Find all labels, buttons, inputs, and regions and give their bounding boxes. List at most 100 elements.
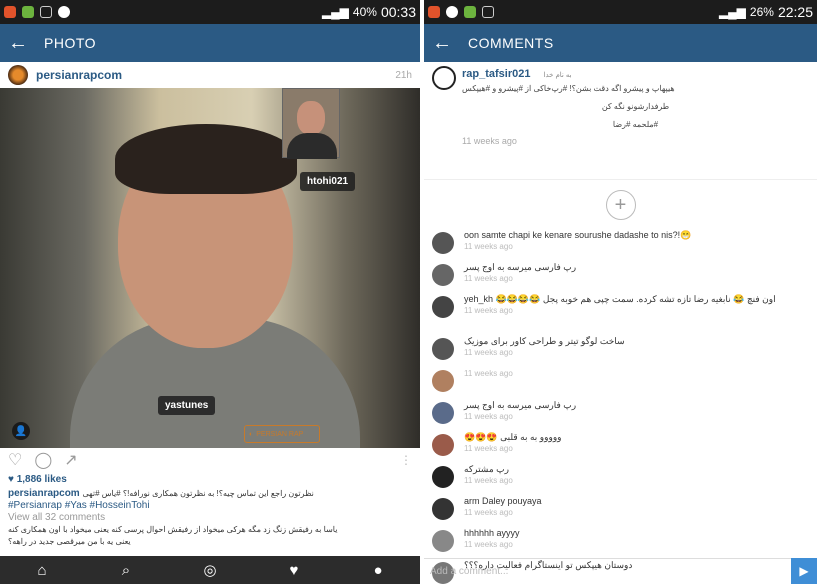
comment-text: arm Daley pouyaya <box>464 496 542 506</box>
comment-text: رپ مشترکه <box>464 464 509 474</box>
comment-time: 11 weeks ago <box>464 306 513 315</box>
avatar[interactable] <box>432 402 454 424</box>
comment-item: رپ فارسی میرسه به اوج پسر 11 weeks ago <box>432 262 809 294</box>
post-photo[interactable]: htohi021 yastunes 👤 ◐ PERSIAN RAP <box>0 88 420 448</box>
user-tag-yastunes[interactable]: yastunes <box>158 396 216 415</box>
preview-comment-text: یعنی یه با من میرقصی جدید در راهه؟ <box>8 537 131 546</box>
avatar[interactable] <box>432 370 454 392</box>
avatar[interactable] <box>432 530 454 552</box>
page-title: PHOTO <box>44 35 97 51</box>
comment-time: 11 weeks ago <box>464 274 513 283</box>
post-actions: ♡ ◯ ↗ ⋮ <box>0 448 420 472</box>
avatar[interactable] <box>432 498 454 520</box>
app-notification-icon <box>428 6 440 18</box>
photo-person-hair <box>115 124 297 194</box>
likes-count-text: 1,886 likes <box>16 474 67 485</box>
post-caption-line: #ملحمه #رضا <box>612 120 659 129</box>
gallery-notification-icon <box>482 6 494 18</box>
post-username[interactable]: rap_tafsir021 به نام خدا <box>462 68 809 80</box>
app-bar: ← PHOTO <box>0 24 420 62</box>
battery-level: 40% <box>352 5 377 19</box>
video-call-inset <box>282 88 340 159</box>
camera-icon[interactable]: ◎ <box>190 561 230 579</box>
like-heart-icon[interactable]: ♡ <box>8 450 22 470</box>
status-bar: ▂▄▆ 26% 22:25 <box>424 0 817 24</box>
caption-username[interactable]: persianrapcom <box>8 488 80 499</box>
post-time: 11 weeks ago <box>462 136 517 146</box>
share-arrow-icon[interactable]: ↗ <box>64 450 77 470</box>
avatar[interactable] <box>8 65 28 85</box>
inset-face <box>297 101 325 135</box>
comment-bubble-icon[interactable]: ◯ <box>34 450 52 470</box>
comment-time: 11 weeks ago <box>464 508 513 517</box>
avatar[interactable] <box>432 264 454 286</box>
comment-item: ساخت لوگو تیتر و طراحی کاور برای موزیک 11… <box>432 336 809 368</box>
status-bar: ▂▄▆ 40% 00:33 <box>0 0 420 24</box>
gallery-notification-icon <box>40 6 52 18</box>
comment-item: رپ مشترکه 11 weeks ago <box>432 464 809 496</box>
original-post: rap_tafsir021 به نام خدا هیپهاپ و پیشرو … <box>424 62 817 180</box>
persian-rap-logo: ◐ PERSIAN RAP <box>244 425 320 443</box>
home-icon[interactable]: ⌂ <box>22 562 62 579</box>
back-arrow-icon[interactable]: ← <box>432 32 452 55</box>
caption-text: نظرتون راجع این تماس چیه؟! به نظرتون همک… <box>82 489 314 498</box>
user-tag-htohi[interactable]: htohi021 <box>300 172 356 191</box>
post-username[interactable]: persianrapcom <box>36 68 395 82</box>
avatar[interactable] <box>432 338 454 360</box>
load-more-comments-button[interactable]: + <box>605 190 636 220</box>
comment-time: 11 weeks ago <box>464 540 513 549</box>
comment-item: 😍😍😍 ووووو به به قلبی 11 weeks ago <box>432 432 809 464</box>
comment-item: yeh_kh 😂😂😂😂 اون فنچ 😂 نابغیه رضا تازه تش… <box>432 294 809 336</box>
comment-time: 11 weeks ago <box>464 369 513 378</box>
logo-text: PERSIAN RAP <box>256 430 304 438</box>
profile-icon[interactable]: ● <box>358 562 398 579</box>
add-comment-input[interactable]: Add a comment... <box>424 558 817 584</box>
activity-icon[interactable]: ♥ <box>274 562 314 579</box>
view-all-comments-link[interactable]: View all 32 comments <box>8 512 412 524</box>
comment-time: 11 weeks ago <box>464 348 513 357</box>
preview-comment: یعنی یه با من میرقصی جدید در راهه؟ <box>8 536 412 548</box>
post-time: 21h <box>395 69 412 81</box>
post-username-text: rap_tafsir021 <box>462 68 531 80</box>
comment-item: arm Daley pouyaya 11 weeks ago <box>432 496 809 528</box>
clock: 22:25 <box>777 4 813 20</box>
app-notification-icon <box>22 6 34 18</box>
back-arrow-icon[interactable]: ← <box>8 32 28 55</box>
post-caption-block: ♥ 1,886 likes persianrapcom نظرتون راجع … <box>8 474 412 548</box>
comment-text: ساخت لوگو تیتر و طراحی کاور برای موزیک <box>464 336 625 346</box>
comment-item: 11 weeks ago <box>432 368 809 400</box>
comment-text: yeh_kh 😂😂😂😂 اون فنچ 😂 نابغیه رضا تازه تش… <box>464 294 776 304</box>
notification-icon <box>446 6 458 18</box>
likes-count[interactable]: ♥ 1,886 likes <box>8 474 412 486</box>
signal-icon: ▂▄▆ <box>321 5 349 19</box>
caption: persianrapcom نظرتون راجع این تماس چیه؟!… <box>8 488 412 500</box>
avatar[interactable] <box>432 434 454 456</box>
tagged-people-icon[interactable]: 👤 <box>12 422 30 440</box>
comment-time: 11 weeks ago <box>464 476 513 485</box>
avatar[interactable] <box>432 466 454 488</box>
bottom-navigation: ⌂ ⌕ ◎ ♥ ● <box>0 556 420 584</box>
avatar[interactable] <box>432 232 454 254</box>
app-bar: ← COMMENTS <box>424 24 817 62</box>
comment-text: رپ فارسی میرسه به اوج پسر <box>464 262 577 272</box>
page-title: COMMENTS <box>468 35 554 51</box>
photo-screen: ▂▄▆ 40% 00:33 ← PHOTO persianrapcom 21h … <box>0 0 420 584</box>
search-icon[interactable]: ⌕ <box>106 562 146 579</box>
post-caption-line: طرفدارشونو نگه کن <box>601 102 670 111</box>
send-comment-button[interactable]: ▶ <box>791 558 817 584</box>
signal-icon: ▂▄▆ <box>718 5 746 19</box>
notification-icon <box>58 6 70 18</box>
logo-mark-icon: ◐ <box>249 430 254 438</box>
more-options-icon[interactable]: ⋮ <box>400 453 412 467</box>
post-header: persianrapcom 21h <box>0 62 420 88</box>
avatar[interactable] <box>432 296 454 318</box>
post-caption-line: هیپهاپ و پیشرو اگه دقت بشن؟! #رپ‌خاکی از… <box>462 84 675 93</box>
post-subtitle: به نام خدا <box>543 72 572 79</box>
caption-hashtags[interactable]: #Persianrap #Yas #HosseinTohi <box>8 500 412 512</box>
comment-item: oon samte chapi ke kenare sourushe dadas… <box>432 230 809 262</box>
avatar[interactable] <box>432 66 456 90</box>
comment-time: 11 weeks ago <box>464 444 513 453</box>
comments-screen: ▂▄▆ 26% 22:25 ← COMMENTS rap_tafsir021 ب… <box>424 0 817 584</box>
app-notification-icon <box>464 6 476 18</box>
clock: 00:33 <box>380 4 416 20</box>
